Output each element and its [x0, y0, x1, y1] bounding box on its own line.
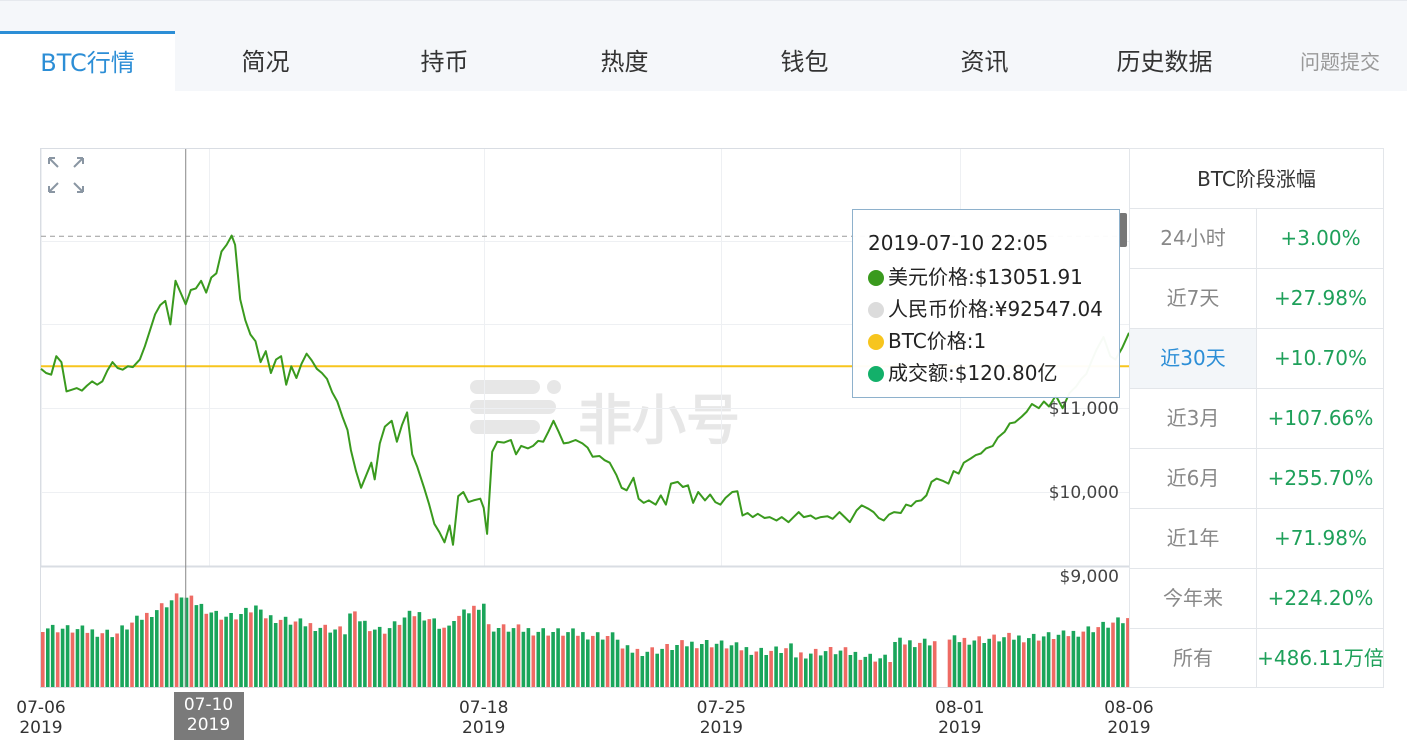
- tab-news[interactable]: 资讯: [897, 31, 1072, 92]
- period-row-24h[interactable]: 24小时 +3.00%: [1130, 209, 1383, 269]
- date-tick-year: 2019: [19, 718, 63, 738]
- period-value: +10.70%: [1273, 346, 1368, 370]
- tab-btc-market[interactable]: BTC行情: [0, 31, 175, 92]
- cny-dot-icon: [868, 302, 884, 318]
- tab-overview[interactable]: 简况: [178, 31, 353, 92]
- btc-dot-icon: [868, 334, 884, 350]
- date-tick-year: 2019: [699, 718, 743, 738]
- tab-popularity[interactable]: 热度: [537, 31, 712, 92]
- date-tick: 07-06 2019: [1, 698, 81, 738]
- usd-dot-icon: [868, 270, 884, 286]
- date-tick-day: 07-25: [696, 698, 747, 718]
- fullscreen-icon[interactable]: [46, 155, 86, 195]
- period-value: +107.66%: [1267, 406, 1374, 430]
- period-label: 近1年: [1130, 509, 1257, 568]
- tooltip-time: 2019-07-10 22:05: [868, 231, 1049, 255]
- period-row-all[interactable]: 所有 +486.11万倍: [1130, 629, 1384, 689]
- tab-bar: BTC行情 简况 持币 热度 钱包 资讯 历史数据 问题提交: [0, 0, 1407, 92]
- period-value: +3.00%: [1280, 226, 1361, 250]
- date-tick-year: 2019: [938, 718, 982, 738]
- tab-holdings[interactable]: 持币: [357, 31, 532, 92]
- period-value: +255.70%: [1267, 466, 1374, 490]
- date-tick: 08-06 2019: [1089, 698, 1169, 738]
- price-tick-label: $11,000: [1048, 399, 1119, 419]
- tooltip-volume-row: 成交额:$120.80亿: [868, 358, 1105, 390]
- period-label: 所有: [1130, 629, 1257, 688]
- period-row-3m[interactable]: 近3月 +107.66%: [1130, 389, 1383, 449]
- date-tick: 07-18 2019: [444, 698, 524, 738]
- period-row-ytd[interactable]: 今年来 +224.20%: [1130, 569, 1383, 629]
- date-tick-day: 07-06: [16, 698, 66, 718]
- date-tick-day: 08-01: [935, 698, 985, 718]
- tab-wallet[interactable]: 钱包: [717, 31, 892, 92]
- tooltip-btc: BTC价格:1: [888, 329, 987, 353]
- period-label: 近3月: [1130, 389, 1257, 448]
- tooltip-btc-row: BTC价格:1: [868, 326, 1105, 358]
- tooltip-cny-row: 人民币价格:¥92547.04: [868, 294, 1105, 326]
- tooltip-volume: 成交额:$120.80亿: [888, 361, 1058, 385]
- date-tick-highlighted: 07-10 2019: [173, 692, 244, 740]
- date-tick-year: 2019: [462, 718, 506, 738]
- period-value: +486.11万倍: [1257, 646, 1384, 670]
- tooltip-usd-row: 美元价格:$13051.91: [868, 262, 1105, 294]
- period-row-7d[interactable]: 近7天 +27.98%: [1130, 269, 1383, 329]
- period-row-6m[interactable]: 近6月 +255.70%: [1130, 449, 1383, 509]
- chart-tooltip: 2019-07-10 22:05 美元价格:$13051.91 人民币价格:¥9…: [852, 209, 1120, 398]
- date-tick-year: 2019: [1107, 718, 1151, 738]
- period-row-1y[interactable]: 近1年 +71.98%: [1130, 509, 1383, 569]
- period-value: +27.98%: [1273, 286, 1368, 310]
- chart-scroll-handle[interactable]: [1119, 213, 1127, 247]
- date-tick-day: 07-18: [458, 698, 509, 718]
- period-label: 近30天: [1130, 329, 1257, 388]
- tooltip-cny: 人民币价格:¥92547.04: [888, 297, 1103, 321]
- period-label: 今年来: [1130, 569, 1257, 628]
- period-change-table: BTC阶段涨幅 24小时 +3.00% 近7天 +27.98% 近30天 +10.70…: [1129, 148, 1384, 688]
- period-row-30d[interactable]: 近30天 +10.70%: [1130, 329, 1383, 389]
- date-tick: 07-25 2019: [681, 698, 761, 738]
- tab-history-data[interactable]: 历史数据: [1077, 31, 1252, 92]
- period-value: +71.98%: [1273, 526, 1368, 550]
- period-label: 近7天: [1130, 269, 1257, 328]
- period-value: +224.20%: [1267, 586, 1374, 610]
- date-tick-day: 08-06: [1104, 698, 1154, 718]
- price-tick-label: $9,000: [1059, 567, 1119, 587]
- date-tick-year: 2019: [186, 715, 231, 735]
- period-change-title: BTC阶段涨幅: [1130, 149, 1383, 209]
- price-tick-label: $10,000: [1048, 483, 1119, 503]
- date-tick-day: 07-10: [183, 695, 234, 715]
- volume-dot-icon: [868, 366, 884, 382]
- period-label: 近6月: [1130, 449, 1257, 508]
- tooltip-usd: 美元价格:$13051.91: [888, 265, 1083, 289]
- date-tick: 08-01 2019: [920, 698, 1000, 738]
- feedback-link[interactable]: 问题提交: [1300, 31, 1407, 92]
- period-label: 24小时: [1130, 209, 1257, 268]
